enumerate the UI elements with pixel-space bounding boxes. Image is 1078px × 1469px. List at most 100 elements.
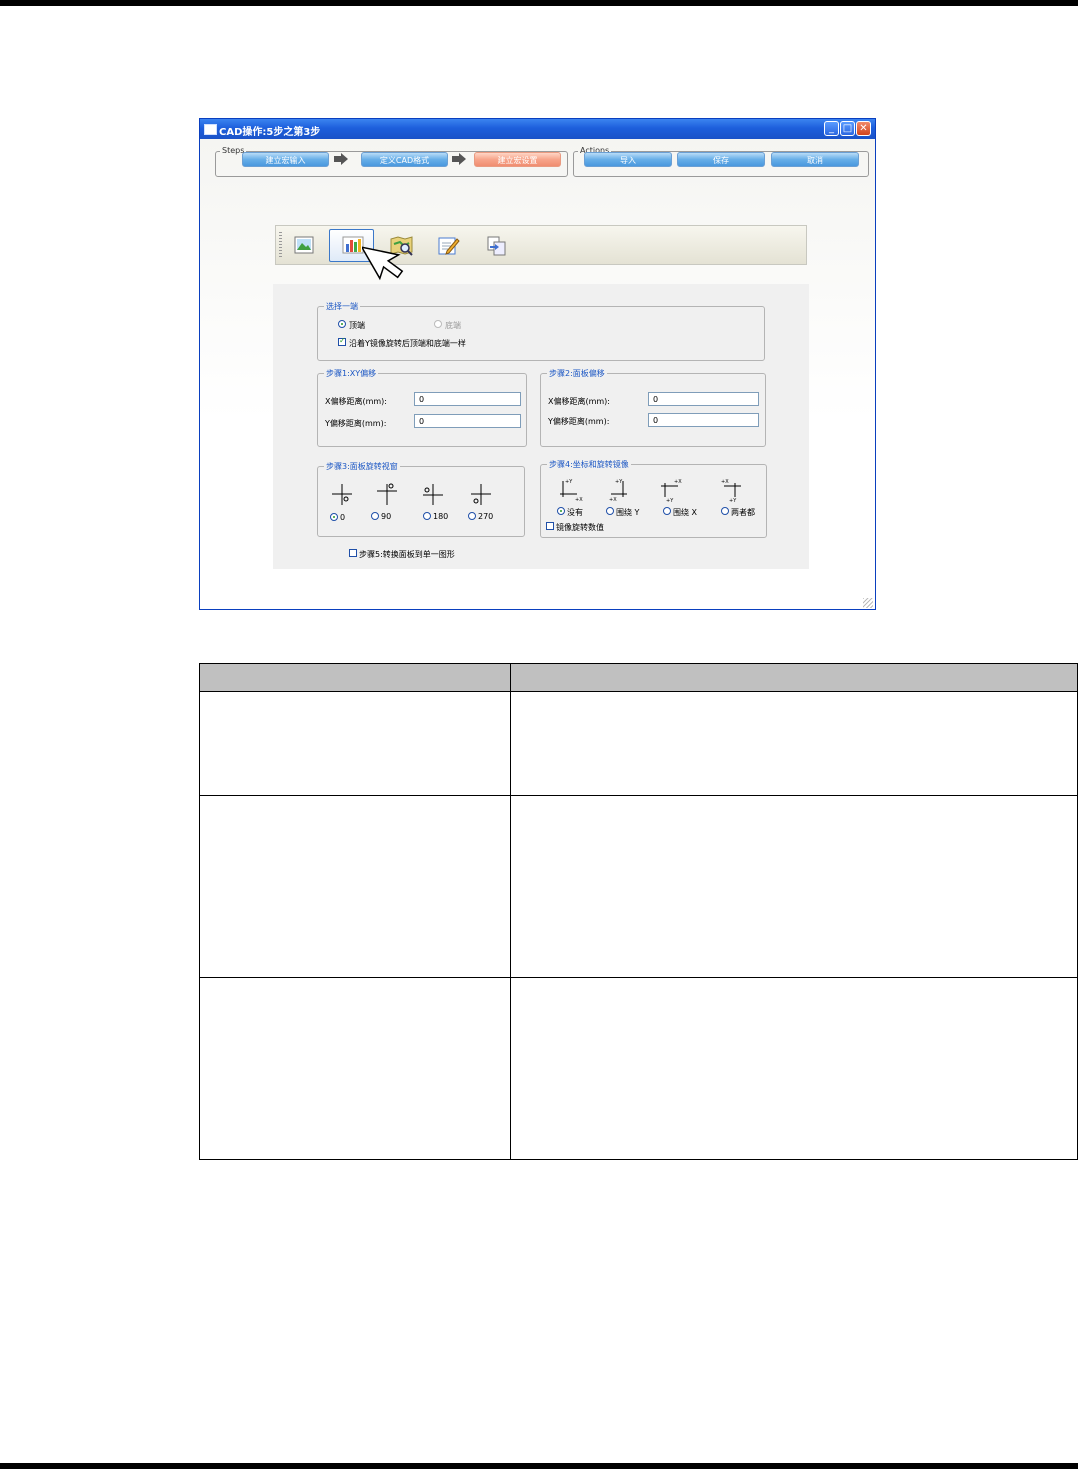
mirror-none-icon: +Y +X	[560, 479, 583, 503]
svg-text:+X: +X	[721, 479, 729, 485]
svg-text:+Y: +Y	[729, 498, 737, 503]
step1-y-offset-input[interactable]: 0	[414, 414, 521, 428]
arrow-right-icon	[452, 153, 466, 165]
window-body: Steps 建立宏输入 定义CAD格式 建立宏设置 Actions 导入 保存 …	[200, 139, 875, 609]
table-cell	[509, 977, 1078, 1160]
edit-tool-button[interactable]	[425, 229, 470, 262]
step2-panel-offset-group: 步骤2:面板偏移 X偏移距离(mm): 0 Y偏移距离(mm): 0	[540, 368, 766, 447]
step-create-macro-settings-button[interactable]: 建立宏设置	[474, 152, 561, 167]
table-cell	[199, 977, 511, 1160]
top-rule	[0, 0, 1078, 6]
rotation-90-icon	[377, 483, 397, 505]
cad-operation-window: CAD操作:5步之第3步 _ □ ✕ Steps 建立宏输入 定义CAD格式 建…	[199, 118, 876, 610]
svg-text:+X: +X	[575, 497, 583, 503]
step5-convert-label: 步骤5:转换面板到单一图形	[359, 550, 455, 559]
mirror-x-icon: +X +Y	[661, 479, 682, 503]
svg-text:+X: +X	[674, 479, 682, 485]
mirror-none-radio[interactable]	[557, 507, 565, 515]
window-title: CAD操作:5步之第3步	[219, 127, 321, 138]
arrow-right-icon	[334, 153, 348, 165]
bar-chart-icon	[342, 236, 364, 254]
step1-legend: 步骤1:XY偏移	[324, 368, 379, 379]
mirror-rotation-label: 镜像旋转数值	[556, 523, 604, 532]
step5-convert-checkbox[interactable]	[349, 549, 357, 557]
cancel-button[interactable]: 取消	[771, 152, 859, 167]
table-header-cell	[199, 663, 511, 692]
settings-panel: 选择一端 顶端 底端 沿着Y镜像旋转后顶端和底端一样 步骤1:XY偏移 X偏移距…	[273, 284, 809, 569]
step2-y-offset-label: Y偏移距离(mm):	[548, 417, 610, 426]
select-side-legend: 选择一端	[324, 301, 360, 312]
rotation-180-radio[interactable]	[423, 512, 431, 520]
mirror-around-x-label: 围绕 X	[673, 508, 698, 517]
table-row	[199, 977, 1078, 1160]
rotation-270-radio[interactable]	[468, 512, 476, 520]
rotation-270-icon	[471, 484, 491, 505]
top-side-radio[interactable]	[338, 320, 346, 328]
mirror-none-label: 没有	[567, 508, 583, 517]
rotation-0-label: 0	[340, 513, 346, 522]
step2-legend: 步骤2:面板偏移	[547, 368, 607, 379]
copy-tool-button[interactable]	[473, 229, 518, 262]
title-bar[interactable]: CAD操作:5步之第3步 _ □ ✕	[200, 119, 875, 139]
step1-xy-offset-group: 步骤1:XY偏移 X偏移距离(mm): 0 Y偏移距离(mm): 0	[317, 368, 527, 447]
step1-x-offset-input[interactable]: 0	[414, 392, 521, 406]
save-button[interactable]: 保存	[677, 152, 765, 167]
description-table	[199, 663, 1078, 1160]
close-button[interactable]: ✕	[856, 121, 871, 136]
rotation-90-label: 90	[381, 512, 392, 521]
maximize-button[interactable]: □	[840, 121, 855, 136]
step4-legend: 步骤4:坐标和旋转镜像	[547, 459, 631, 470]
step1-x-offset-label: X偏移距离(mm):	[325, 397, 388, 406]
mirror-top-bottom-checkbox[interactable]	[338, 336, 346, 346]
mirror-both-icon: +X +Y	[721, 479, 741, 503]
step3-panel-rotation-group: 步骤3:面板旋转视窗 0 90 180 270	[317, 461, 525, 537]
step2-y-offset-input[interactable]: 0	[648, 413, 759, 427]
image-tool-button[interactable]	[281, 229, 326, 262]
step1-y-offset-label: Y偏移距离(mm):	[325, 419, 387, 428]
rotation-180-icon	[423, 484, 443, 505]
edit-icon	[438, 237, 460, 255]
step2-x-offset-input[interactable]: 0	[648, 392, 759, 406]
step2-x-offset-label: X偏移距离(mm):	[548, 397, 611, 406]
bottom-side-radio[interactable]	[434, 320, 442, 328]
top-side-label: 顶端	[349, 321, 365, 330]
svg-text:+Y: +Y	[666, 498, 674, 503]
step4-coordinate-mirror-group: 步骤4:坐标和旋转镜像 +Y +X +Y +X +X +Y +X +Y 没有 围绕 Y …	[540, 459, 767, 538]
mirror-around-y-label: 围绕 Y	[616, 508, 640, 517]
svg-text:+Y: +Y	[615, 479, 623, 485]
step-define-cad-format-button[interactable]: 定义CAD格式	[361, 152, 448, 167]
copy-icon	[487, 236, 506, 256]
mirror-around-x-radio[interactable]	[663, 507, 671, 515]
table-cell	[509, 691, 1078, 796]
rotation-90-radio[interactable]	[371, 512, 379, 520]
mirror-top-bottom-label: 沿着Y镜像旋转后顶端和底端一样	[349, 339, 466, 348]
rotation-270-label: 270	[478, 512, 494, 521]
select-side-group: 选择一端 顶端 底端 沿着Y镜像旋转后顶端和底端一样	[317, 301, 765, 361]
table-header-cell	[509, 663, 1078, 692]
table-cell	[509, 795, 1078, 978]
table-cell	[199, 691, 511, 796]
rotation-0-icon	[332, 484, 352, 505]
bottom-side-label: 底端	[445, 321, 461, 330]
step3-legend: 步骤3:面板旋转视窗	[324, 461, 400, 472]
mirror-around-y-radio[interactable]	[606, 507, 614, 515]
table-row	[199, 795, 1078, 978]
table-cell	[199, 795, 511, 978]
minimize-button[interactable]: _	[824, 121, 839, 136]
svg-text:+Y: +Y	[565, 479, 573, 485]
rotation-180-label: 180	[433, 512, 449, 521]
mirror-both-label: 两者都	[731, 508, 755, 517]
mirror-both-radio[interactable]	[721, 507, 729, 515]
step-create-macro-input-button[interactable]: 建立宏输入	[242, 152, 329, 167]
resize-grip[interactable]	[863, 598, 873, 608]
image-icon	[294, 236, 314, 254]
import-button[interactable]: 导入	[584, 152, 672, 167]
table-row	[199, 691, 1078, 796]
bottom-rule	[0, 1463, 1078, 1469]
window-icon	[204, 124, 217, 135]
svg-text:+X: +X	[609, 497, 617, 503]
mirror-y-icon: +Y +X	[609, 479, 627, 503]
settings-toolbar	[275, 225, 807, 265]
mirror-rotation-checkbox[interactable]	[546, 522, 554, 530]
rotation-0-radio[interactable]	[330, 513, 338, 521]
